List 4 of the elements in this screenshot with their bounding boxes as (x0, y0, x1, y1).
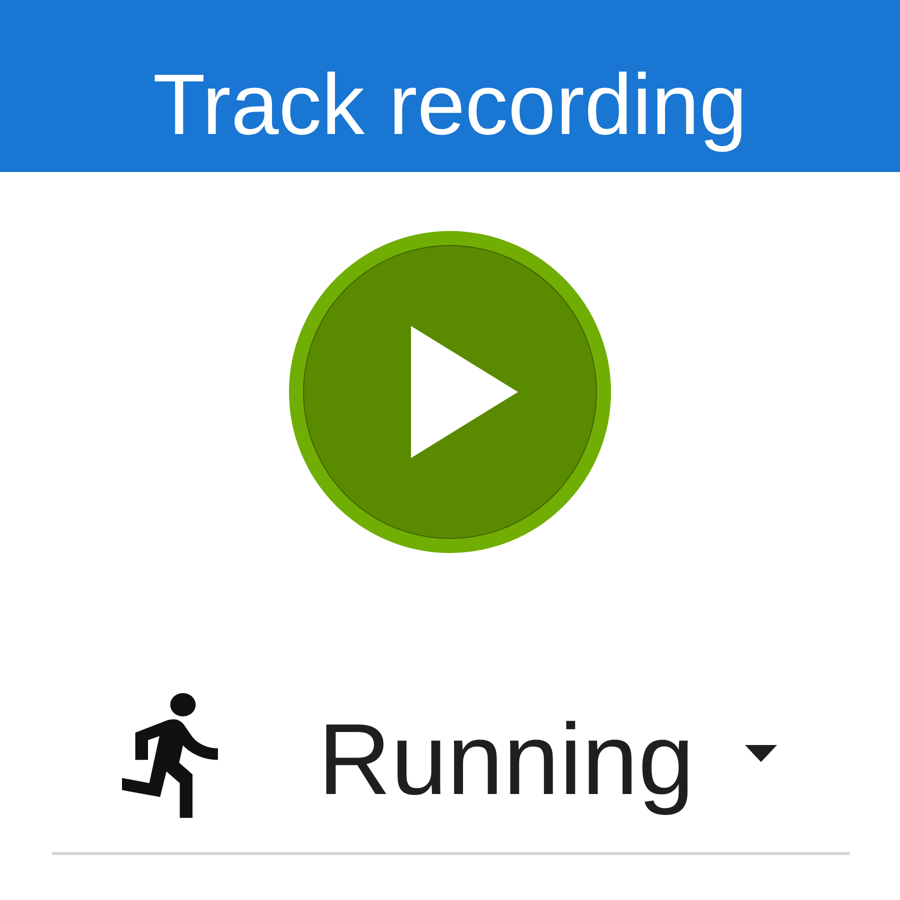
play-icon (411, 326, 518, 458)
dropdown-caret-icon (745, 745, 777, 762)
activity-dropdown[interactable]: Running (52, 680, 850, 855)
running-person-icon (122, 693, 218, 818)
